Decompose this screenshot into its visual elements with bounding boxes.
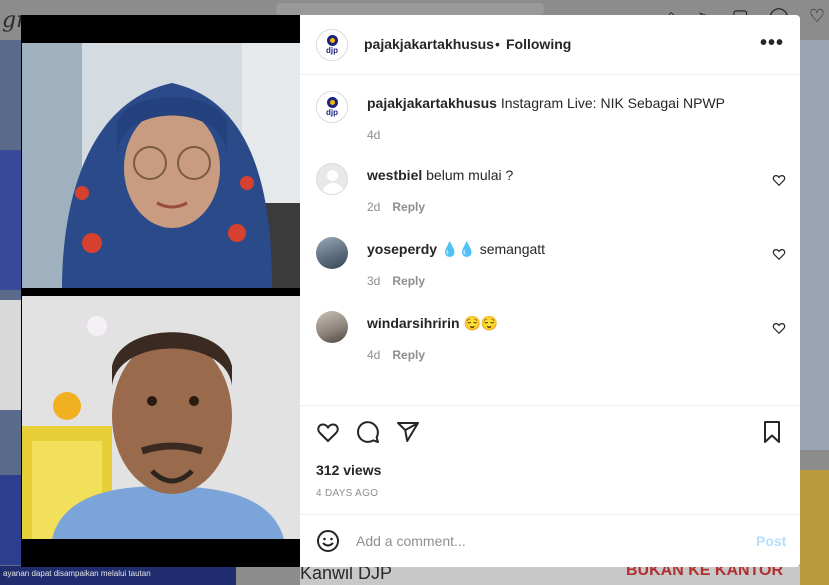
save-bookmark-icon[interactable] [760,420,784,444]
following-button[interactable]: Following [506,36,571,52]
comment-text: belum mulai ? [426,167,514,183]
live-feed-host [22,43,300,288]
caption-line: pajakjakartakhusus Instagram Live: NIK S… [367,95,725,111]
heart-icon: ♡ [808,6,825,26]
background-left-block [0,150,22,290]
more-options-button[interactable]: ••• [760,32,784,55]
like-heart-icon[interactable] [316,420,340,444]
view-count[interactable]: 312 views [316,462,381,478]
like-comment-heart-icon[interactable] [772,173,786,187]
reply-button[interactable]: Reply [392,274,425,288]
default-avatar-body [322,183,344,194]
caption-text: Instagram Live: NIK Sebagai NPWP [500,95,725,111]
caption-avatar[interactable]: djp [316,91,348,123]
caption-meta: 4d [367,128,380,142]
background-search-bar [276,3,544,15]
post-date[interactable]: 4 DAYS AGO [316,488,378,499]
background-left-block [0,300,22,410]
live-video-media[interactable] [21,15,300,567]
author-username[interactable]: pajakjakartakhusus [364,36,494,52]
guest-video-frame [22,296,300,539]
add-comment-bar: Post [300,514,800,567]
comment-time[interactable]: 3d [367,274,380,288]
avatar-text: djp [326,46,338,55]
djp-logo-icon [327,35,338,46]
background-right-strip [800,470,829,585]
post-header: djp pajakjakartakhusus • Following ••• [300,15,800,75]
like-comment-heart-icon[interactable] [772,321,786,335]
comment-bubble-icon[interactable] [356,420,380,444]
comment-time[interactable]: 4d [367,348,380,362]
comment-text: 💧💧 semangatt [440,241,546,257]
emoji-smiley-icon[interactable] [316,529,340,553]
post-comment-button[interactable]: Post [756,533,786,549]
avatar-text: djp [326,108,338,117]
share-send-icon[interactable] [396,420,420,444]
comment-line: westbiel belum mulai ? [367,167,513,183]
caption-time[interactable]: 4d [367,128,380,142]
post-sidebar: djp pajakjakartakhusus • Following ••• d… [300,15,800,567]
commenter-avatar[interactable] [316,311,348,343]
comment-text: 😌😌 [463,315,499,331]
djp-logo-icon [327,97,338,108]
live-feed-guest [22,296,300,539]
caption-username[interactable]: pajakjakartakhusus [367,95,497,111]
comments-list[interactable]: djp pajakjakartakhusus Instagram Live: N… [300,76,800,406]
background-right-strip [800,40,829,450]
like-comment-heart-icon[interactable] [772,247,786,261]
reply-button[interactable]: Reply [392,348,425,362]
comment-time[interactable]: 2d [367,200,380,214]
comment-meta: 2d Reply [367,200,425,214]
header-separator: • [495,36,500,52]
reply-button[interactable]: Reply [392,200,425,214]
comment-username[interactable]: windarsihririn [367,315,460,331]
comment-item: westbiel belum mulai ? 2d Reply [316,163,786,214]
commenter-avatar[interactable] [316,237,348,269]
background-bottom-left-text: ayanan dapat disampaikan melalui tautan [3,569,151,578]
actions-divider [300,405,800,406]
comment-item: yoseperdy 💧💧 semangatt 3d Reply [316,237,786,288]
default-avatar-icon [327,170,338,181]
author-avatar[interactable]: djp [316,29,348,61]
caption-item: djp pajakjakartakhusus Instagram Live: N… [316,91,786,142]
comment-line: windarsihririn 😌😌 [367,315,498,332]
comment-username[interactable]: westbiel [367,167,422,183]
comment-meta: 4d Reply [367,348,425,362]
commenter-avatar[interactable] [316,163,348,195]
comment-line: yoseperdy 💧💧 semangatt [367,241,545,258]
add-comment-input[interactable] [356,531,736,551]
post-modal: djp pajakjakartakhusus • Following ••• d… [21,15,800,567]
host-video-frame [22,43,300,288]
comment-username[interactable]: yoseperdy [367,241,437,257]
background-left-block [0,475,22,565]
comment-item: windarsihririn 😌😌 4d Reply [316,311,786,362]
comment-meta: 3d Reply [367,274,425,288]
